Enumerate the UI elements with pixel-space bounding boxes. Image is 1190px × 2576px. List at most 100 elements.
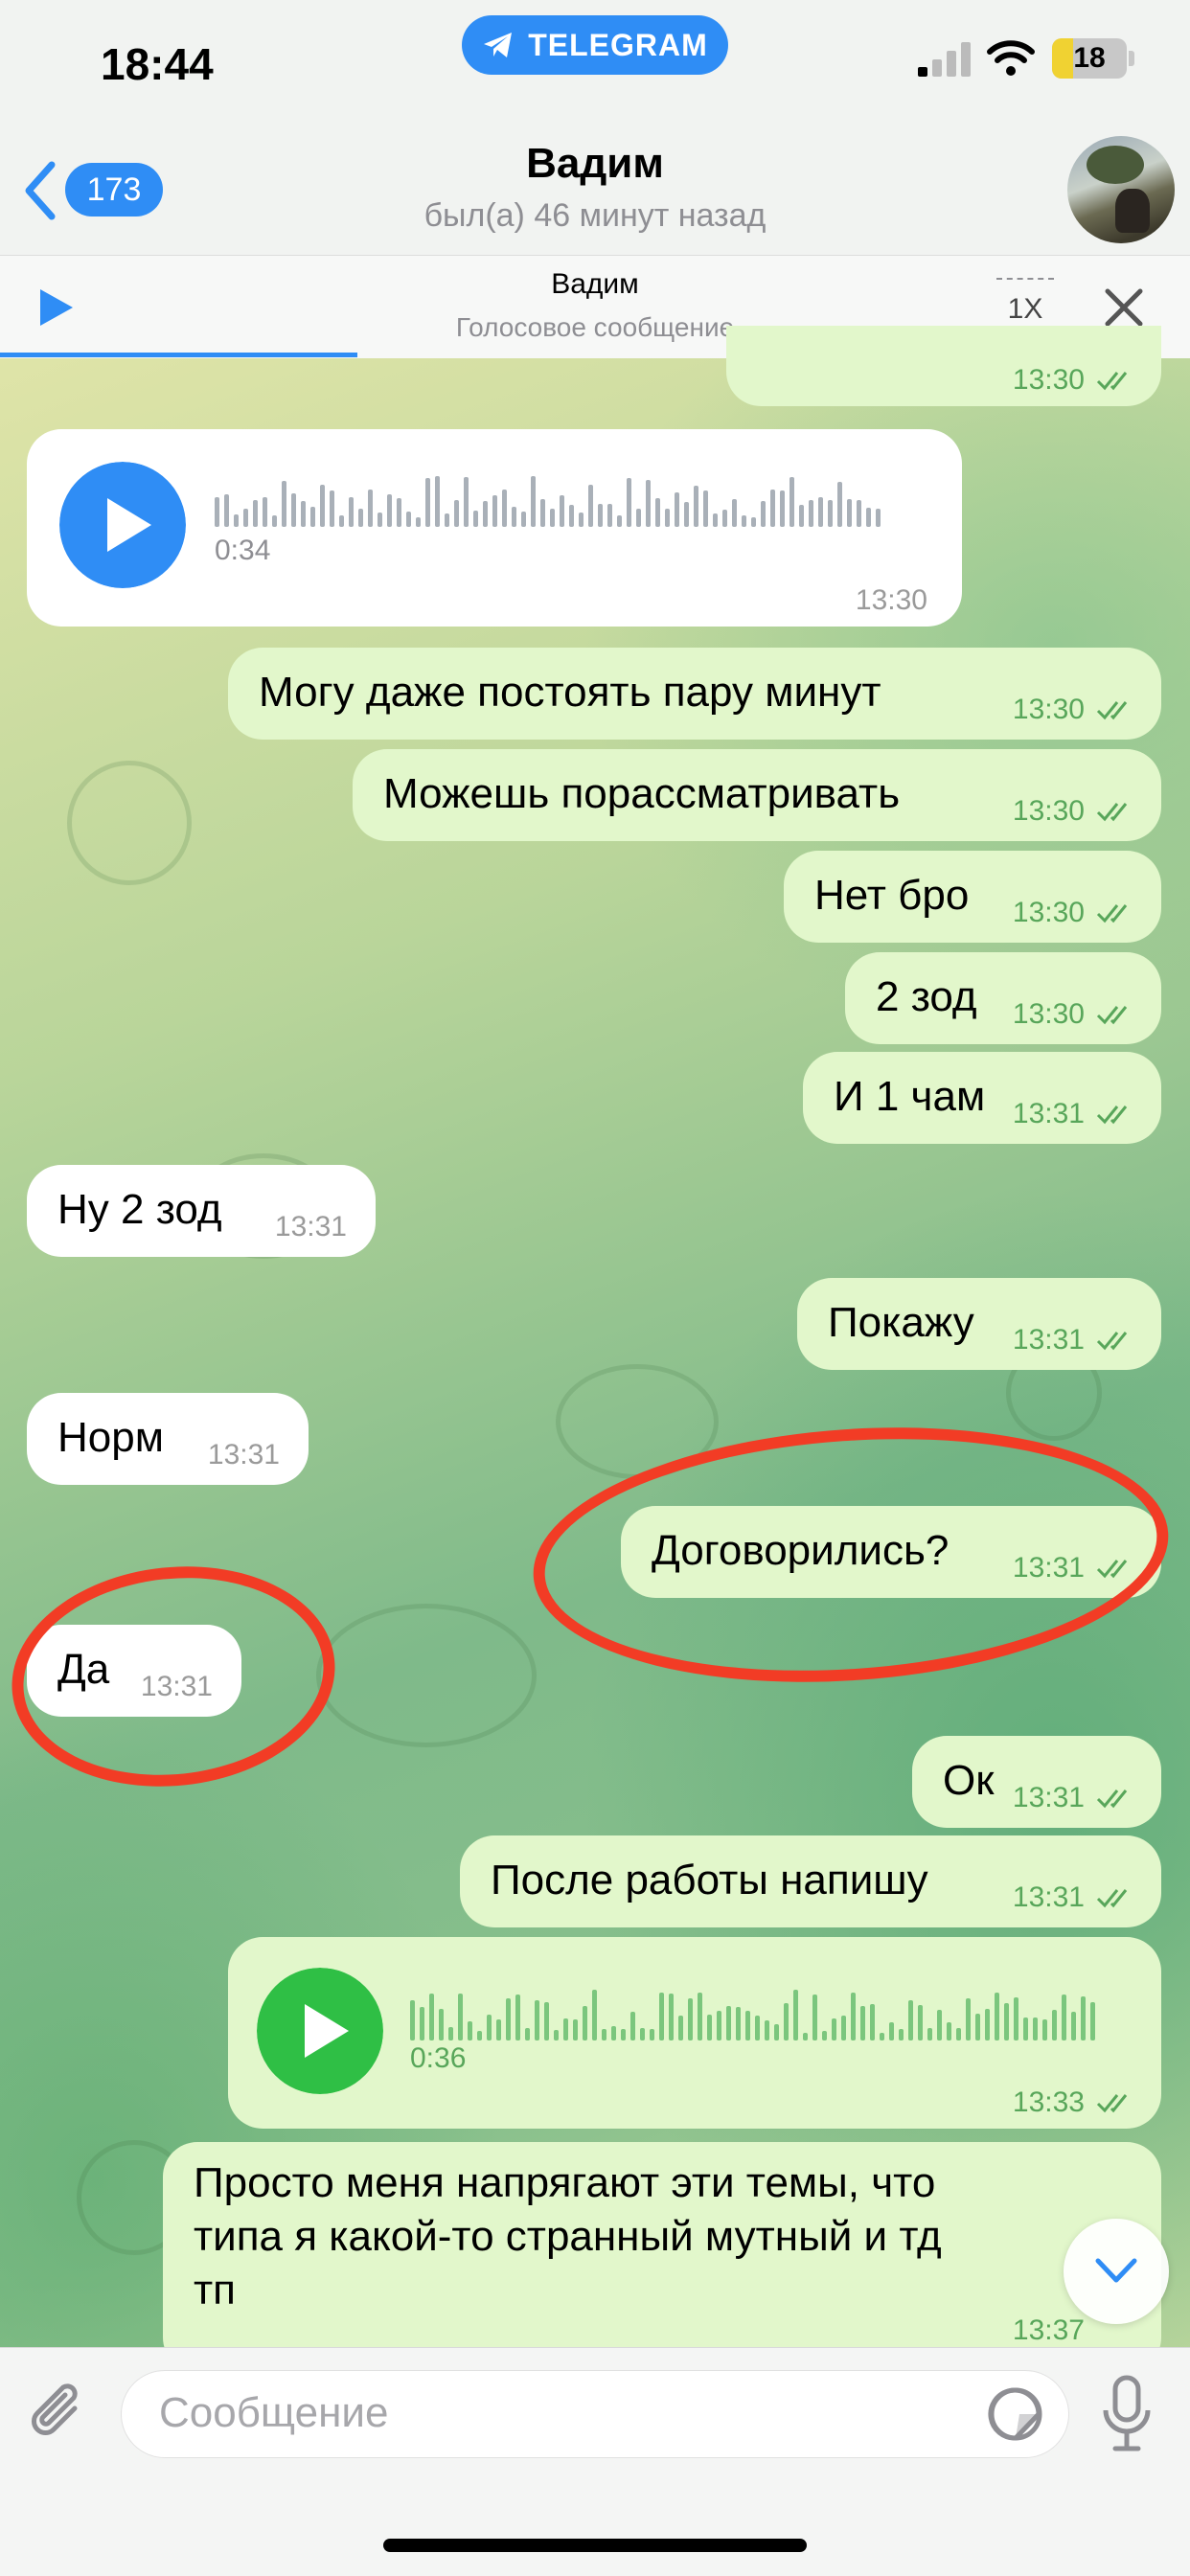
waveform-bar bbox=[339, 515, 344, 527]
message-bubble[interactable]: Покажу 13:31 bbox=[797, 1278, 1161, 1370]
paperclip-icon[interactable] bbox=[25, 2380, 92, 2447]
waveform-bar bbox=[640, 2028, 645, 2040]
waveform-bar bbox=[780, 490, 785, 527]
waveform-bar bbox=[592, 1990, 597, 2040]
waveform-bar bbox=[675, 492, 679, 527]
waveform-bar bbox=[1062, 1995, 1066, 2040]
waveform-bar bbox=[947, 2022, 951, 2040]
double-check-icon bbox=[1096, 904, 1128, 923]
message-text: Норм bbox=[57, 1414, 164, 1461]
voice-message[interactable]: 0:36 13:33 bbox=[228, 1937, 1161, 2129]
waveform-bar bbox=[669, 1994, 674, 2040]
waveform-bar bbox=[1014, 1997, 1018, 2040]
message-time: 13:30 bbox=[855, 584, 927, 616]
waveform-bar bbox=[812, 1995, 817, 2040]
message-bubble[interactable]: Можешь порассматривать 13:30 bbox=[353, 749, 1161, 841]
message-time: 13:30 bbox=[1012, 694, 1085, 725]
message-bubble[interactable]: И 1 чам 13:31 bbox=[803, 1052, 1161, 1144]
waveform-bar bbox=[937, 2010, 942, 2040]
avatar[interactable] bbox=[1067, 136, 1175, 243]
microphone-icon[interactable] bbox=[1102, 2374, 1152, 2454]
waveform-bar bbox=[790, 477, 794, 527]
waveform-bar bbox=[611, 2026, 616, 2040]
waveform-bar bbox=[866, 508, 871, 527]
waveform-bar bbox=[535, 2000, 539, 2040]
message-bubble[interactable]: 13:30 bbox=[726, 326, 1161, 406]
waveform-bar bbox=[429, 1994, 434, 2040]
chat-title[interactable]: Вадим bbox=[0, 140, 1190, 188]
play-icon[interactable] bbox=[59, 462, 186, 588]
voice-waveform[interactable] bbox=[410, 1987, 1095, 2040]
waveform-bar bbox=[703, 490, 708, 527]
waveform-bar bbox=[525, 2028, 530, 2040]
waveform-bar bbox=[927, 2028, 932, 2040]
waveform-bar bbox=[975, 2014, 980, 2040]
waveform-bar bbox=[684, 502, 689, 527]
waveform-bar bbox=[751, 517, 756, 527]
waveform-bar bbox=[841, 2016, 846, 2040]
waveform-bar bbox=[698, 1993, 702, 2040]
waveform-bar bbox=[320, 485, 325, 527]
waveform-bar bbox=[761, 501, 766, 527]
voice-message[interactable]: 0:34 13:30 bbox=[27, 429, 962, 627]
waveform-bar bbox=[583, 2006, 587, 2040]
waveform-bar bbox=[630, 2012, 635, 2040]
waveform-bar bbox=[477, 2031, 482, 2040]
waveform-bar bbox=[349, 497, 354, 527]
message-bubble[interactable]: Могу даже постоять пару минут 13:30 bbox=[228, 648, 1161, 740]
message-bubble[interactable]: После работы напишу 13:31 bbox=[460, 1835, 1161, 1927]
return-to-telegram-pill[interactable]: TELEGRAM bbox=[462, 15, 728, 75]
message-bubble[interactable]: Норм 13:31 bbox=[27, 1393, 309, 1485]
waveform-bar bbox=[1033, 2017, 1038, 2040]
play-icon[interactable] bbox=[257, 1968, 383, 2094]
waveform-bar bbox=[531, 476, 536, 527]
waveform-bar bbox=[512, 507, 516, 527]
close-icon[interactable] bbox=[1102, 285, 1146, 330]
scroll-to-bottom-button[interactable] bbox=[1064, 2219, 1169, 2324]
message-bubble[interactable]: Просто меня напрягают эти темы, что типа… bbox=[163, 2142, 1161, 2372]
waveform-bar bbox=[310, 507, 315, 527]
message-bubble[interactable]: 2 зод 13:30 bbox=[845, 952, 1161, 1044]
message-bubble[interactable]: Ну 2 зод 13:31 bbox=[27, 1165, 376, 1257]
voice-waveform[interactable] bbox=[215, 473, 881, 527]
waveform-bar bbox=[1081, 1996, 1086, 2040]
waveform-bar bbox=[851, 1993, 856, 2040]
waveform-bar bbox=[378, 513, 382, 527]
message-text-line: типа я какой-то странный мутный и тд bbox=[194, 2213, 942, 2260]
waveform-bar bbox=[784, 2003, 789, 2040]
waveform-bar bbox=[243, 509, 248, 527]
waveform-bar bbox=[621, 2029, 626, 2040]
waveform-bar bbox=[1052, 2010, 1057, 2040]
waveform-bar bbox=[765, 2020, 769, 2040]
waveform-bar bbox=[722, 510, 727, 527]
waveform-bar bbox=[742, 515, 746, 527]
waveform-bar bbox=[755, 2016, 760, 2040]
waveform-bar bbox=[448, 2027, 453, 2040]
waveform-bar bbox=[387, 494, 392, 527]
sticker-icon[interactable] bbox=[987, 2385, 1044, 2443]
waveform-bar bbox=[726, 2006, 731, 2040]
battery-indicator: 18 bbox=[1052, 38, 1127, 79]
waveform-bar bbox=[956, 2028, 961, 2040]
message-time: 13:30 bbox=[1012, 998, 1085, 1030]
double-check-icon bbox=[1096, 1332, 1128, 1351]
waveform-bar bbox=[368, 490, 373, 527]
double-check-icon bbox=[1096, 1006, 1128, 1025]
waveform-bar bbox=[1023, 2017, 1028, 2040]
waveform-bar bbox=[435, 476, 440, 527]
double-check-icon bbox=[1096, 1106, 1128, 1125]
message-text: Можешь порассматривать bbox=[383, 770, 901, 817]
waveform-bar bbox=[473, 511, 478, 527]
message-bubble[interactable]: Нет бро 13:30 bbox=[784, 851, 1161, 943]
double-check-icon bbox=[1096, 1889, 1128, 1908]
message-time: 13:30 bbox=[1012, 364, 1085, 396]
message-text-line: Просто меня напрягают эти темы, что bbox=[194, 2159, 936, 2206]
waveform-bar bbox=[253, 500, 258, 527]
waveform-bar bbox=[770, 490, 775, 527]
double-check-icon bbox=[1096, 1790, 1128, 1809]
waveform-bar bbox=[876, 509, 881, 527]
waveform-bar bbox=[540, 499, 545, 527]
waveform-bar bbox=[646, 480, 651, 527]
message-bubble[interactable]: Ок 13:31 bbox=[912, 1736, 1161, 1828]
home-indicator bbox=[383, 2539, 807, 2552]
